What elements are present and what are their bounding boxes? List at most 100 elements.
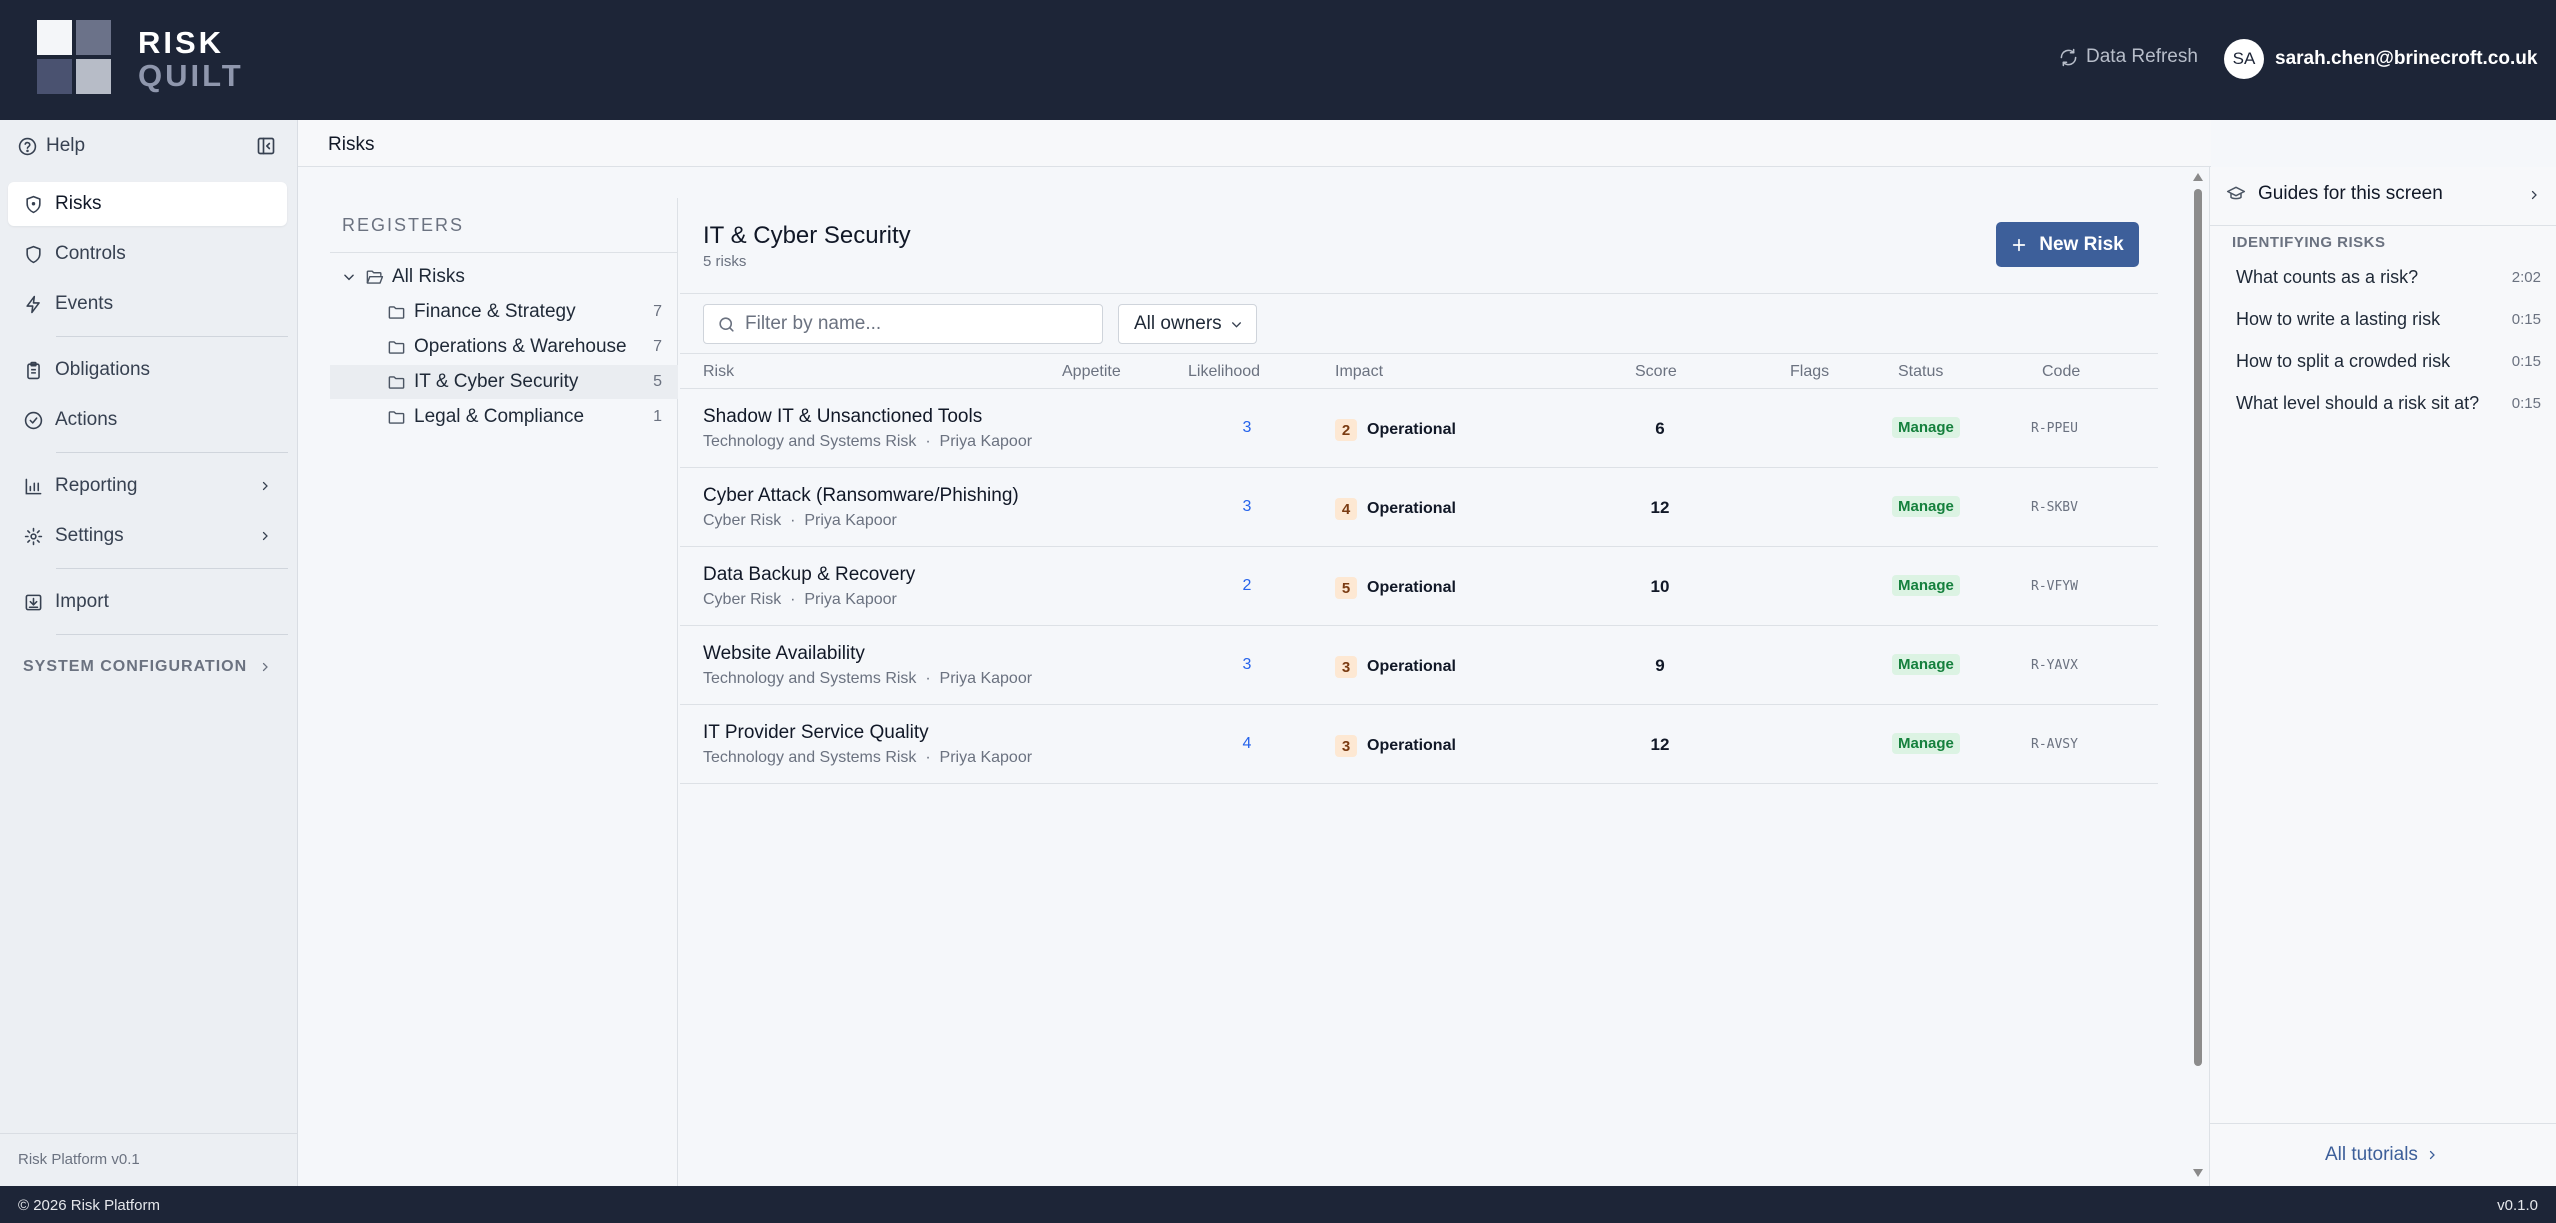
column-header-risk[interactable]: Risk: [703, 363, 734, 381]
tree-item-count: 1: [653, 408, 662, 425]
tree-item-finance-strategy[interactable]: Finance & Strategy 7: [330, 295, 678, 329]
plus-icon: [2013, 238, 2026, 251]
scroll-thumb[interactable]: [2194, 189, 2202, 1066]
table-row[interactable]: Website Availability Technology and Syst…: [680, 627, 2158, 705]
new-risk-label: New Risk: [2039, 233, 2124, 255]
system-configuration-toggle[interactable]: SYSTEM CONFIGURATION: [23, 658, 247, 676]
refresh-icon: [2060, 48, 2077, 66]
top-header: RISK QUILT Data Refresh SA sarah.chen@br…: [0, 0, 2556, 120]
owners-dropdown[interactable]: All owners: [1118, 304, 1257, 344]
risk-name[interactable]: Website Availability: [703, 643, 865, 665]
help-link[interactable]: Help: [18, 135, 85, 157]
guide-item[interactable]: How to write a lasting risk 0:15: [2236, 309, 2541, 330]
column-header-flags[interactable]: Flags: [1790, 363, 1829, 381]
likelihood-value: 3: [1242, 419, 1252, 436]
guides-section-title: IDENTIFYING RISKS: [2232, 234, 2386, 251]
search-icon: [719, 316, 734, 332]
sidebar-item-controls[interactable]: Controls: [8, 232, 287, 276]
table-row[interactable]: Shadow IT & Unsanctioned Tools Technolog…: [680, 390, 2158, 468]
guide-item[interactable]: What counts as a risk? 2:02: [2236, 267, 2541, 288]
guide-item[interactable]: How to split a crowded risk 0:15: [2236, 351, 2541, 372]
column-header-appetite[interactable]: Appetite: [1062, 363, 1121, 381]
folder-icon: [388, 305, 405, 319]
register-title: IT & Cyber Security: [703, 222, 911, 249]
registers-panel: REGISTERS All Risks Finance & Strategy 7…: [330, 198, 678, 1186]
tree-item-legal-compliance[interactable]: Legal & Compliance 1: [330, 400, 678, 434]
likelihood-value: 4: [1242, 735, 1252, 752]
lightning-icon: [26, 295, 40, 313]
chevron-down-icon[interactable]: [342, 270, 356, 284]
folder-icon: [388, 410, 405, 424]
sidebar-item-settings[interactable]: Settings: [8, 514, 287, 558]
status-badge: Manage: [1892, 496, 1960, 517]
sidebar-item-reporting[interactable]: Reporting: [8, 464, 287, 508]
divider: [56, 336, 288, 337]
tree-item-label: All Risks: [392, 266, 465, 287]
tree-item-all-risks[interactable]: All Risks: [330, 260, 678, 294]
chevron-right-icon: [262, 481, 268, 491]
impact-cell: 2 Operational: [1335, 419, 1456, 441]
divider: [2210, 225, 2556, 226]
risk-code: R-AVSY: [2031, 737, 2078, 752]
impact-cell: 5 Operational: [1335, 577, 1456, 599]
chevron-right-icon[interactable]: [259, 661, 271, 673]
sidebar-collapse-icon[interactable]: [256, 136, 276, 156]
column-header-likelihood[interactable]: Likelihood: [1188, 363, 1260, 381]
impact-cell: 4 Operational: [1335, 498, 1456, 520]
tree-item-operations-warehouse[interactable]: Operations & Warehouse 7: [330, 330, 678, 364]
sidebar-item-risks[interactable]: Risks: [8, 182, 287, 226]
all-tutorials-link[interactable]: All tutorials: [2325, 1144, 2438, 1166]
sidebar-item-label: Import: [55, 591, 109, 612]
all-tutorials-label: All tutorials: [2325, 1144, 2418, 1165]
data-refresh-label: Data Refresh: [2086, 46, 2198, 67]
filter-field[interactable]: [703, 304, 1103, 344]
logo-wordmark: RISK QUILT: [138, 25, 244, 93]
app-version: v0.1.0: [2497, 1197, 2538, 1214]
impact-label: Operational: [1367, 737, 1456, 754]
column-header-code[interactable]: Code: [2042, 363, 2080, 381]
guides-panel: Guides for this screen IDENTIFYING RISKS…: [2209, 167, 2556, 1186]
sidebar-item-actions[interactable]: Actions: [8, 398, 287, 442]
chevron-right-icon[interactable]: [2528, 189, 2540, 201]
score-value: 10: [1650, 577, 1670, 596]
user-email[interactable]: sarah.chen@brinecroft.co.uk: [2275, 48, 2537, 70]
impact-cell: 3 Operational: [1335, 656, 1456, 678]
column-header-score[interactable]: Score: [1635, 363, 1677, 381]
scroll-up-arrow[interactable]: [2193, 173, 2203, 181]
risk-code: R-YAVX: [2031, 658, 2078, 673]
guide-label: What counts as a risk?: [2236, 267, 2419, 287]
sidebar-item-obligations[interactable]: Obligations: [8, 348, 287, 392]
risk-meta: Technology and Systems Risk · Priya Kapo…: [703, 749, 1033, 766]
divider: [56, 452, 288, 453]
vertical-scrollbar[interactable]: [2190, 170, 2206, 1186]
risk-name[interactable]: Cyber Attack (Ransomware/Phishing): [703, 485, 1019, 507]
risk-name[interactable]: Data Backup & Recovery: [703, 564, 915, 586]
new-risk-button[interactable]: New Risk: [1996, 222, 2139, 267]
table-row[interactable]: Data Backup & Recovery Cyber Risk · Priy…: [680, 548, 2158, 626]
filter-input[interactable]: [745, 313, 1085, 335]
sidebar-item-events[interactable]: Events: [8, 282, 287, 326]
tree-item-it-cyber-security[interactable]: IT & Cyber Security 5: [330, 365, 678, 399]
divider: [330, 252, 678, 253]
data-refresh-button[interactable]: Data Refresh: [2059, 46, 2198, 68]
sidebar-item-import[interactable]: Import: [8, 580, 287, 624]
avatar[interactable]: SA: [2224, 39, 2264, 79]
risk-name[interactable]: Shadow IT & Unsanctioned Tools: [703, 406, 982, 428]
table-row[interactable]: Cyber Attack (Ransomware/Phishing) Cyber…: [680, 469, 2158, 547]
column-header-status[interactable]: Status: [1898, 363, 1943, 381]
risk-name[interactable]: IT Provider Service Quality: [703, 722, 929, 744]
guide-item[interactable]: What level should a risk sit at? 0:15: [2236, 393, 2541, 414]
table-row[interactable]: IT Provider Service Quality Technology a…: [680, 706, 2158, 784]
guides-header[interactable]: Guides for this screen: [2226, 183, 2443, 205]
tree-item-label: Legal & Compliance: [414, 406, 585, 427]
check-circle-icon: [24, 411, 43, 429]
scroll-down-arrow[interactable]: [2193, 1169, 2203, 1177]
guides-title: Guides for this screen: [2258, 183, 2443, 204]
folder-icon: [388, 340, 405, 354]
sidebar-item-label: Controls: [55, 243, 126, 264]
logo[interactable]: [37, 20, 111, 94]
chevron-down-icon: [1231, 321, 1241, 328]
impact-score-badge: 3: [1335, 656, 1357, 678]
column-header-impact[interactable]: Impact: [1335, 363, 1383, 381]
status-badge: Manage: [1892, 417, 1960, 438]
